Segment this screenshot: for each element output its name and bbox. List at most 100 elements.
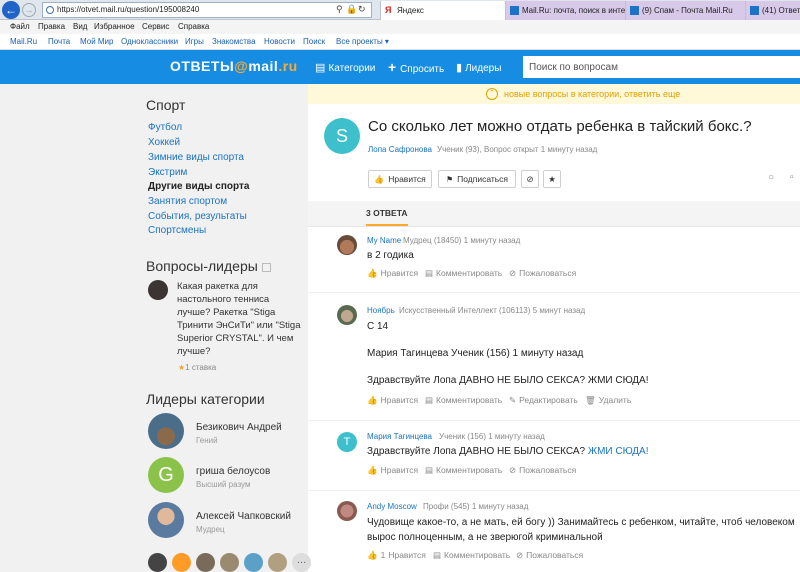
avatar[interactable] xyxy=(268,553,287,572)
portal-bar: Mail.Ru Почта Мой Мир Одноклассники Игры… xyxy=(0,34,800,50)
nav-categories[interactable]: ▤ Категории xyxy=(315,61,375,74)
favorite-button[interactable]: ★ xyxy=(543,170,561,188)
answer-author[interactable]: My Name xyxy=(367,236,401,245)
answers-count-tab[interactable]: 3 ОТВЕТА xyxy=(366,208,408,218)
avatar[interactable] xyxy=(337,235,357,255)
answer-like-button[interactable]: 👍 Нравится xyxy=(367,395,418,406)
answer-comment-button[interactable]: ▤ Комментировать xyxy=(425,268,502,279)
answer-author[interactable]: Мария Тагинцева xyxy=(367,432,432,441)
tab-answers[interactable]: (41) Ответ xyxy=(745,1,800,20)
portal-link-all-projects[interactable]: Все проекты ▾ xyxy=(336,34,389,50)
plus-icon: + xyxy=(388,59,401,75)
sidebar-item-football[interactable]: Футбол xyxy=(148,122,182,133)
answer-complain-button[interactable]: ⊘ Пожаловаться xyxy=(509,268,576,279)
avatar[interactable] xyxy=(148,280,168,300)
refresh-icon[interactable]: ↻ xyxy=(358,2,366,16)
back-button[interactable]: ← xyxy=(2,1,20,19)
portal-link-news[interactable]: Новости xyxy=(264,34,295,50)
at-icon[interactable]: ○ xyxy=(768,172,774,183)
answer-comment-button[interactable]: ▤ Комментировать xyxy=(425,465,502,476)
search-icon[interactable]: ⚲ xyxy=(336,2,343,16)
sidebar-item-athletes[interactable]: Спортсмены xyxy=(148,225,206,236)
tab-spam[interactable]: (9) Спам - Почта Mail.Ru xyxy=(625,1,745,20)
answer-like-button[interactable]: 👍 1 Нравится xyxy=(367,550,426,561)
banner-text: новые вопросы в категории, ответить еще xyxy=(504,89,681,99)
tab-label: Mail.Ru: почта, поиск в интер... xyxy=(522,6,625,15)
comment-icon: ▤ xyxy=(425,465,434,475)
portal-link-dating[interactable]: Знакомства xyxy=(212,34,256,50)
avatar[interactable] xyxy=(148,413,184,449)
logo-text: mail xyxy=(248,58,279,74)
subscribe-button[interactable]: ⚑ Подписаться xyxy=(438,170,516,188)
forward-button[interactable]: → xyxy=(22,3,36,17)
avatar[interactable] xyxy=(196,553,215,572)
site-logo[interactable]: ОТВЕТЫ@mail.ru xyxy=(170,58,298,74)
address-bar[interactable]: https://otvet.mail.ru/question/195008240 xyxy=(42,2,372,18)
avatar[interactable] xyxy=(337,305,357,325)
avatar[interactable] xyxy=(148,553,167,572)
block-icon: ⊘ xyxy=(509,268,517,278)
answer-author[interactable]: Ноябрь xyxy=(367,306,395,315)
action-label: Нравится xyxy=(380,465,419,475)
answer-edit-button[interactable]: ✎ Редактировать xyxy=(509,395,578,406)
portal-link-search[interactable]: Поиск xyxy=(303,34,325,50)
sidebar-item-events[interactable]: События, результаты xyxy=(148,211,247,222)
answer-author[interactable]: Andy Moscow xyxy=(367,502,417,511)
answer-link[interactable]: ЖМИ СЮДА! xyxy=(588,446,649,457)
portal-link-games[interactable]: Игры xyxy=(185,34,204,50)
sidebar-item-other-sports[interactable]: Другие виды спорта xyxy=(148,181,249,192)
action-label: Комментировать xyxy=(444,550,511,560)
sidebar-item-extreme[interactable]: Экстрим xyxy=(148,167,187,178)
ie-logo-icon xyxy=(46,6,54,14)
block-icon: ⊘ xyxy=(516,550,524,560)
nav-label: Категории xyxy=(328,63,376,74)
sidebar-item-winter-sports[interactable]: Зимние виды спорта xyxy=(148,152,244,163)
lock-icon[interactable]: 🔒 xyxy=(346,2,357,16)
avatar[interactable] xyxy=(148,502,184,538)
menu-help[interactable]: Справка xyxy=(178,20,209,34)
answer-delete-button[interactable]: 🗑 Удалить xyxy=(585,395,631,406)
like-button[interactable]: 👍 Нравится xyxy=(368,170,432,188)
menu-edit[interactable]: Правка xyxy=(38,20,65,34)
answer-complain-button[interactable]: ⊘ Пожаловаться xyxy=(516,550,583,561)
menu-view[interactable]: Вид xyxy=(73,20,87,34)
answer-like-button[interactable]: 👍 Нравится xyxy=(367,465,418,476)
new-questions-banner[interactable]: ⌃ новые вопросы в категории, ответить еще xyxy=(308,84,800,104)
answer-complain-button[interactable]: ⊘ Пожаловаться xyxy=(509,465,576,476)
menu-favorites[interactable]: Избранное xyxy=(94,20,135,34)
leader-name[interactable]: Безикович Андрей xyxy=(196,422,282,433)
active-tab-underline xyxy=(366,224,408,226)
avatar[interactable] xyxy=(244,553,263,572)
tab-mailru[interactable]: Mail.Ru: почта, поиск в интер... xyxy=(505,1,625,20)
avatar[interactable] xyxy=(337,501,357,521)
answer-comment-button[interactable]: ▤ Комментировать xyxy=(433,550,510,561)
answer-comment-button[interactable]: ▤ Комментировать xyxy=(425,395,502,406)
portal-link-mail[interactable]: Почта xyxy=(48,34,70,50)
avatar[interactable]: S xyxy=(324,118,360,154)
nav-ask[interactable]: + Спросить xyxy=(388,59,444,75)
more-leaders-button[interactable]: … xyxy=(292,553,311,572)
question-author[interactable]: Лопа Сафронова xyxy=(368,145,432,154)
menu-file[interactable]: Файл xyxy=(10,20,30,34)
more-icon[interactable]: ▫ xyxy=(790,172,794,183)
nav-leaders[interactable]: ▮ Лидеры xyxy=(456,61,501,74)
block-button[interactable]: ⊘ xyxy=(521,170,539,188)
portal-link-mailru[interactable]: Mail.Ru xyxy=(10,34,37,50)
answer-like-button[interactable]: 👍 Нравится xyxy=(367,268,418,279)
menu-tools[interactable]: Сервис xyxy=(142,20,169,34)
avatar[interactable] xyxy=(172,553,191,572)
avatar[interactable]: T xyxy=(337,432,357,452)
avatar[interactable]: G xyxy=(148,457,184,493)
leader-question-link[interactable]: Какая ракетка для настольного тенниса лу… xyxy=(177,280,302,358)
portal-link-ok[interactable]: Одноклассники xyxy=(121,34,178,50)
leader-name[interactable]: Алексей Чапковский xyxy=(196,511,291,522)
sidebar-item-training[interactable]: Занятия спортом xyxy=(148,196,227,207)
leader-name[interactable]: гриша белоусов xyxy=(196,466,270,477)
search-input[interactable] xyxy=(523,56,800,78)
avatar[interactable] xyxy=(220,553,239,572)
mail-icon xyxy=(510,6,519,15)
action-label: Пожаловаться xyxy=(519,465,577,475)
portal-link-myworld[interactable]: Мой Мир xyxy=(80,34,113,50)
tab-yandex[interactable]: Я Яндекс xyxy=(380,1,505,20)
sidebar-item-hockey[interactable]: Хоккей xyxy=(148,137,180,148)
